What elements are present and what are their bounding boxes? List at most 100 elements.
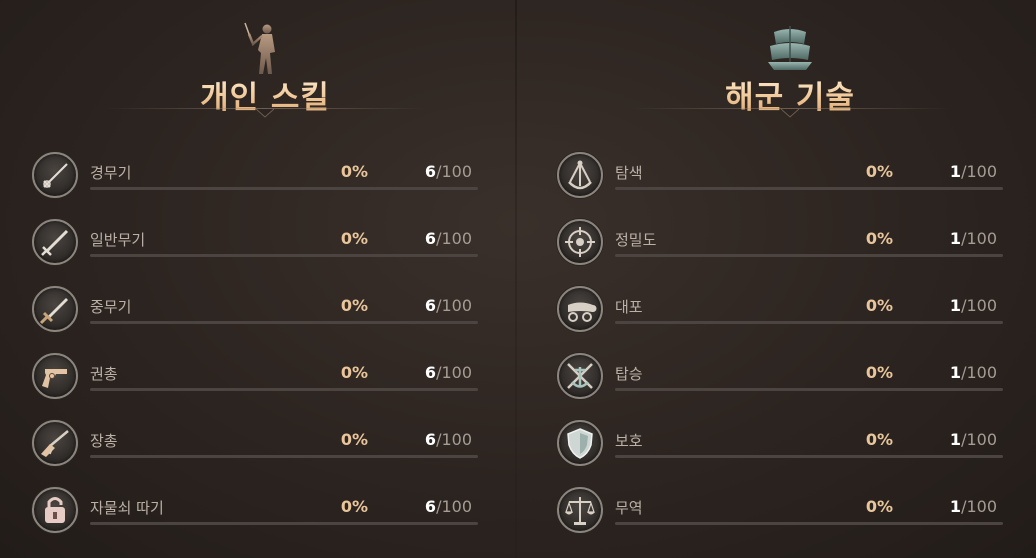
musket-icon — [32, 420, 78, 466]
shield-icon — [557, 420, 603, 466]
skill-level-max: /100 — [961, 296, 997, 315]
pistol-icon — [32, 353, 78, 399]
skill-row-light-weapons[interactable]: 경무기 0% 6/100 — [30, 150, 500, 217]
skill-percent: 0% — [340, 363, 368, 382]
skill-percent: 0% — [340, 162, 368, 181]
skill-level: 1/100 — [935, 296, 997, 315]
skill-level-current: 1 — [949, 497, 962, 516]
skill-row-protection[interactable]: 보호 0% 1/100 — [555, 418, 1025, 485]
sextant-icon — [557, 152, 603, 198]
crosshair-icon — [557, 219, 603, 265]
skill-level-current: 6 — [424, 229, 437, 248]
skill-level: 6/100 — [410, 296, 472, 315]
broadsword-icon — [32, 286, 78, 332]
skill-row-accuracy[interactable]: 정밀도 0% 1/100 — [555, 217, 1025, 284]
skill-level: 6/100 — [410, 497, 472, 516]
personal-skills-header: 개인 스킬 — [30, 0, 500, 125]
skill-level-max: /100 — [436, 363, 472, 382]
skill-level-max: /100 — [961, 497, 997, 516]
skill-progress-bar — [90, 321, 478, 324]
skill-name: 경무기 — [90, 164, 132, 182]
skill-name: 무역 — [615, 499, 643, 517]
panel-divider — [515, 0, 517, 558]
skill-percent: 0% — [340, 497, 368, 516]
skill-progress-bar — [615, 388, 1003, 391]
boarding-anchor-swords-icon — [557, 353, 603, 399]
lockpick-icon — [32, 487, 78, 533]
naval-skills-panel: 해군 기술 탐색 0% 1/100 정밀도 0% 1/100 대포 0% 1/1… — [555, 0, 1025, 558]
skill-percent: 0% — [865, 162, 893, 181]
skill-row-lockpicking[interactable]: 자물쇠 따기 0% 6/100 — [30, 485, 500, 552]
skill-percent: 0% — [340, 430, 368, 449]
skill-progress-bar — [615, 455, 1003, 458]
skill-progress-bar — [615, 187, 1003, 190]
skill-level-current: 1 — [949, 296, 962, 315]
skill-percent: 0% — [865, 363, 893, 382]
skill-percent: 0% — [340, 296, 368, 315]
skill-level: 6/100 — [410, 363, 472, 382]
skill-level-current: 6 — [424, 162, 437, 181]
skill-row-cannon[interactable]: 대포 0% 1/100 — [555, 284, 1025, 351]
skill-level-max: /100 — [436, 430, 472, 449]
skill-percent: 0% — [340, 229, 368, 248]
skill-name: 탑승 — [615, 365, 643, 383]
scales-icon — [557, 487, 603, 533]
skill-level-max: /100 — [961, 430, 997, 449]
skill-progress-bar — [90, 187, 478, 190]
skill-progress-bar — [90, 522, 478, 525]
skill-level-current: 6 — [424, 430, 437, 449]
skill-level: 1/100 — [935, 162, 997, 181]
skill-level-max: /100 — [436, 229, 472, 248]
naval-skills-header: 해군 기술 — [555, 0, 1025, 125]
skill-percent: 0% — [865, 229, 893, 248]
skill-row-musket[interactable]: 장총 0% 6/100 — [30, 418, 500, 485]
skill-row-heavy-weapons[interactable]: 중무기 0% 6/100 — [30, 284, 500, 351]
skill-level: 6/100 — [410, 229, 472, 248]
skill-progress-bar — [90, 455, 478, 458]
skill-level: 1/100 — [935, 497, 997, 516]
skill-level-current: 1 — [949, 229, 962, 248]
skill-name: 권총 — [90, 365, 118, 383]
personal-skill-list: 경무기 0% 6/100 일반무기 0% 6/100 중무기 0% 6/100 — [30, 150, 500, 552]
skill-name: 중무기 — [90, 298, 132, 316]
skill-level-max: /100 — [436, 497, 472, 516]
skill-name: 보호 — [615, 432, 643, 450]
header-notch — [256, 109, 274, 118]
cannon-icon — [557, 286, 603, 332]
skill-name: 대포 — [615, 298, 643, 316]
skill-progress-bar — [615, 522, 1003, 525]
skill-name: 장총 — [90, 432, 118, 450]
skill-level-max: /100 — [961, 162, 997, 181]
skill-percent: 0% — [865, 430, 893, 449]
skill-level-current: 1 — [949, 162, 962, 181]
skill-level-max: /100 — [961, 363, 997, 382]
skill-level-max: /100 — [436, 162, 472, 181]
skill-row-navigation[interactable]: 탐색 0% 1/100 — [555, 150, 1025, 217]
skill-row-boarding[interactable]: 탑승 0% 1/100 — [555, 351, 1025, 418]
skill-level-current: 1 — [949, 430, 962, 449]
skill-name: 일반무기 — [90, 231, 146, 249]
rapier-icon — [32, 152, 78, 198]
skill-percent: 0% — [865, 497, 893, 516]
header-notch — [781, 109, 799, 118]
skill-row-trade[interactable]: 무역 0% 1/100 — [555, 485, 1025, 552]
skill-percent: 0% — [865, 296, 893, 315]
skill-level: 1/100 — [935, 430, 997, 449]
skill-name: 정밀도 — [615, 231, 657, 249]
personal-skills-panel: 개인 스킬 경무기 0% 6/100 일반무기 0% 6/100 중무기 0% … — [30, 0, 500, 558]
skill-level-current: 6 — [424, 363, 437, 382]
skill-level-max: /100 — [961, 229, 997, 248]
skill-progress-bar — [90, 388, 478, 391]
skill-level-current: 1 — [949, 363, 962, 382]
naval-skill-list: 탐색 0% 1/100 정밀도 0% 1/100 대포 0% 1/100 탑승 … — [555, 150, 1025, 552]
skill-level: 1/100 — [935, 229, 997, 248]
skill-level-max: /100 — [436, 296, 472, 315]
skill-progress-bar — [615, 254, 1003, 257]
skill-name: 자물쇠 따기 — [90, 499, 164, 517]
skill-level: 6/100 — [410, 430, 472, 449]
sword-icon — [32, 219, 78, 265]
skill-row-pistol[interactable]: 권총 0% 6/100 — [30, 351, 500, 418]
skill-level: 1/100 — [935, 363, 997, 382]
skill-level-current: 6 — [424, 497, 437, 516]
skill-row-standard-weapons[interactable]: 일반무기 0% 6/100 — [30, 217, 500, 284]
